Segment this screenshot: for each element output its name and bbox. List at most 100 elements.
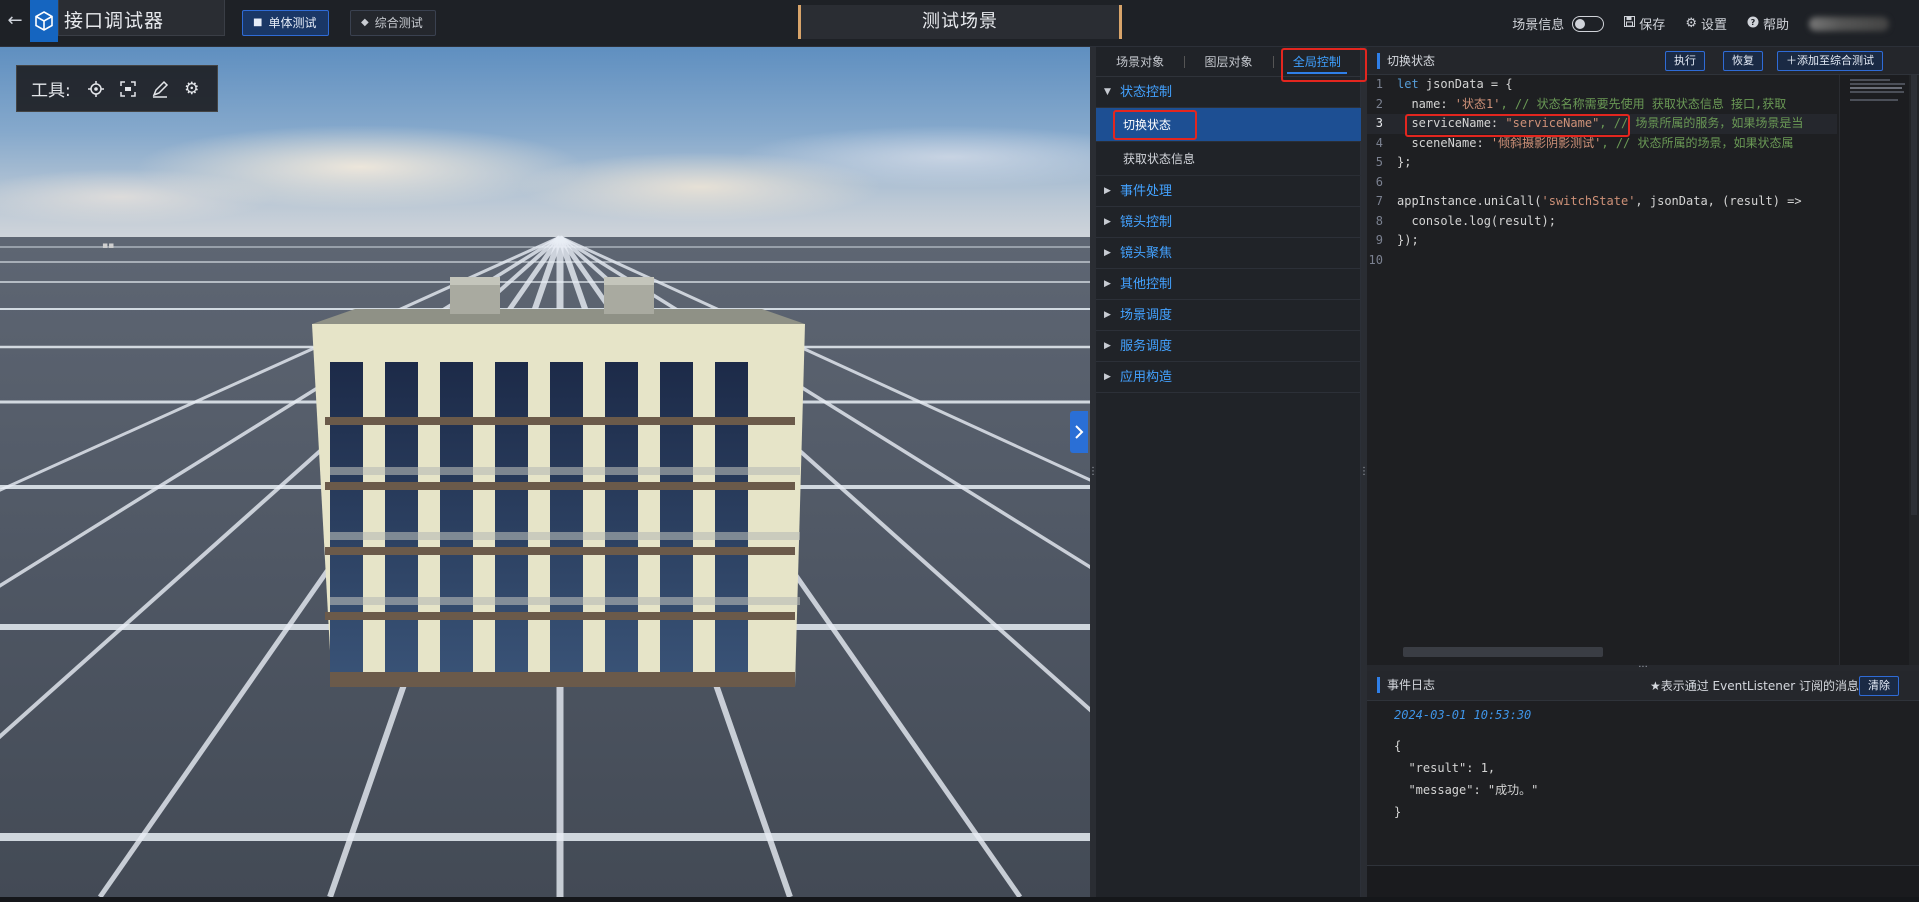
gear-settings-icon[interactable]: ⚙ (181, 78, 203, 100)
save-label: 保存 (1639, 18, 1666, 33)
line-number: 10 (1368, 252, 1383, 267)
code-token: }; (1397, 155, 1412, 169)
code-minimap[interactable] (1839, 75, 1909, 668)
tree-group-label: 场景调度 (1120, 307, 1173, 323)
tab-scene-objects[interactable]: 场景对象 (1096, 47, 1184, 76)
scene-title: 测试场景 (922, 11, 998, 32)
log-empty-area (1367, 866, 1919, 897)
code-token: appInstance.uniCall( (1397, 194, 1542, 208)
tab-layer-objects[interactable]: 图层对象 (1184, 47, 1272, 76)
code-token: name: (1397, 96, 1455, 111)
restore-button[interactable]: 恢复 (1723, 51, 1763, 71)
code-token: '倾斜摄影阴影测试' (1490, 135, 1602, 150)
line-number: 1 (1375, 77, 1383, 91)
code-line: 2 name: '状态1', // 状态名称需要先使用 获取状态信息 接口,获取 (1367, 95, 1837, 115)
line-number: 7 (1375, 194, 1383, 208)
code-token: }); (1397, 233, 1419, 247)
run-button[interactable]: 执行 (1665, 51, 1705, 71)
line-number: 3 (1375, 116, 1383, 130)
add-to-integration-label: 添加至综合测试 (1797, 55, 1874, 67)
tree-group-service-dispatch[interactable]: ▶ 服务调度 (1096, 331, 1361, 362)
app-logo-icon (30, 0, 58, 42)
vertical-scrollbar[interactable] (1909, 75, 1919, 668)
api-tree-panel: 场景对象 图层对象 全局控制 ▼ 状态控制 切换状态 获取状态信息 ▶ 事件处理… (1096, 47, 1361, 897)
save-button[interactable]: 保存 (1624, 14, 1665, 33)
minimap-line (1850, 99, 1898, 101)
tree-group-label: 服务调度 (1120, 338, 1173, 354)
tree-group-camera-focus[interactable]: ▶ 镜头聚焦 (1096, 238, 1361, 269)
tree-leaf-get-state-info[interactable]: 获取状态信息 (1096, 142, 1361, 176)
back-arrow-icon[interactable]: ← (4, 10, 26, 32)
tree-group-label: 镜头控制 (1120, 214, 1173, 230)
code-token: console.log(result); (1397, 213, 1556, 228)
caret-right-icon: ▶ (1104, 278, 1111, 289)
line-number: 5 (1375, 155, 1383, 169)
tree-group-scene-dispatch[interactable]: ▶ 场景调度 (1096, 300, 1361, 331)
scene-grid-and-building (0, 235, 1090, 897)
save-icon (1624, 16, 1636, 31)
log-hint: ★表示通过 EventListener 订阅的消息 (1649, 679, 1859, 693)
settings-button[interactable]: ⚙ 设置 (1685, 14, 1727, 33)
caret-right-icon: ▶ (1104, 371, 1111, 382)
clear-log-button[interactable]: 清除 (1859, 676, 1899, 696)
minimap-line (1850, 87, 1902, 89)
locate-icon[interactable] (85, 78, 107, 100)
event-log[interactable]: 2024-03-01 10:53:30 { "result": 1, "mess… (1367, 701, 1919, 866)
bottom-strip (0, 897, 1919, 902)
code-line: 5 }; (1367, 153, 1837, 173)
minimap-line (1850, 79, 1890, 81)
vertical-scrollbar-thumb[interactable] (1911, 75, 1917, 515)
tree-leaf-switch-state[interactable]: 切换状态 (1096, 108, 1361, 142)
scene-title-box: 测试场景 (798, 5, 1122, 39)
gear-icon: ⚙ (1685, 16, 1697, 31)
tree-group-label: 应用构造 (1120, 369, 1173, 385)
code-token: jsonData = { (1418, 77, 1513, 91)
tree-group-event-handling[interactable]: ▶ 事件处理 (1096, 176, 1361, 207)
horizontal-scrollbar-thumb[interactable] (1403, 647, 1603, 657)
tree-group-app-construct[interactable]: ▶ 应用构造 (1096, 362, 1361, 393)
help-button[interactable]: ? 帮助 (1747, 14, 1789, 33)
toolbox-label: 工具: (31, 81, 71, 101)
toggle-switch[interactable] (1572, 15, 1605, 32)
log-panel-title: 事件日志 (1377, 677, 1435, 693)
scene-info-label: 场景信息 (1512, 18, 1565, 33)
tree-group-other-control[interactable]: ▶ 其他控制 (1096, 269, 1361, 300)
layers-icon: ◆ (361, 17, 369, 28)
svg-text:?: ? (1751, 18, 1756, 27)
expand-panel-handle[interactable] (1070, 411, 1088, 453)
tab-unit-test[interactable]: ■ 单体测试 (242, 10, 330, 36)
code-token: , jsonData, (result) => (1635, 194, 1802, 208)
tree-group-camera-control[interactable]: ▶ 镜头控制 (1096, 207, 1361, 238)
code-token: serviceName: (1397, 116, 1506, 130)
plus-icon: ＋ (1786, 55, 1797, 67)
line-number: 6 (1375, 174, 1383, 189)
tab-global-control[interactable]: 全局控制 (1272, 47, 1361, 76)
caret-right-icon: ▶ (1104, 185, 1111, 196)
toolbox: 工具: ⚙ (16, 65, 218, 112)
caret-right-icon: ▶ (1104, 247, 1111, 258)
log-timestamp: 2024-03-01 10:53:30 (1394, 708, 1532, 722)
tree-group-label: 其他控制 (1120, 276, 1173, 292)
top-bar: ← 接口调试器 ■ 单体测试 ◆ 综合测试 测试场景 场景信息 保存 ⚙ 设置 … (0, 0, 1919, 47)
tree-group-label: 状态控制 (1120, 84, 1173, 100)
pen-icon[interactable] (149, 78, 171, 100)
tree-group-label: 事件处理 (1120, 183, 1173, 199)
add-to-integration-button[interactable]: ＋添加至综合测试 (1777, 51, 1883, 71)
code-line-current: 3 serviceName: "serviceName", // 场景所属的服务… (1367, 114, 1837, 134)
app-title-box: 接口调试器 (58, 0, 225, 36)
code-panel-title: 切换状态 (1377, 53, 1435, 69)
line-number: 9 (1375, 233, 1383, 247)
scene-object-marker[interactable]: ▪▪ (102, 241, 114, 251)
scene-viewport[interactable]: 工具: ⚙ ▪▪ (0, 47, 1090, 897)
tab-integration-test[interactable]: ◆ 综合测试 (350, 10, 436, 36)
caret-down-icon: ▼ (1104, 86, 1111, 97)
code-log-panel: 切换状态 执行 恢复 ＋添加至综合测试 1 let jsonData = { 2… (1367, 47, 1919, 897)
code-header: 切换状态 执行 恢复 ＋添加至综合测试 (1367, 47, 1919, 75)
frame-icon[interactable] (117, 78, 139, 100)
scene-info-toggle[interactable]: 场景信息 (1512, 14, 1605, 33)
code-line: 7 appInstance.uniCall('switchState', jso… (1367, 192, 1837, 212)
code-editor[interactable]: 1 let jsonData = { 2 name: '状态1', // 状态名… (1367, 75, 1837, 668)
caret-right-icon: ▶ (1104, 309, 1111, 320)
user-account-blurred[interactable] (1809, 16, 1889, 31)
tree-group-state-control[interactable]: ▼ 状态控制 (1096, 77, 1361, 108)
